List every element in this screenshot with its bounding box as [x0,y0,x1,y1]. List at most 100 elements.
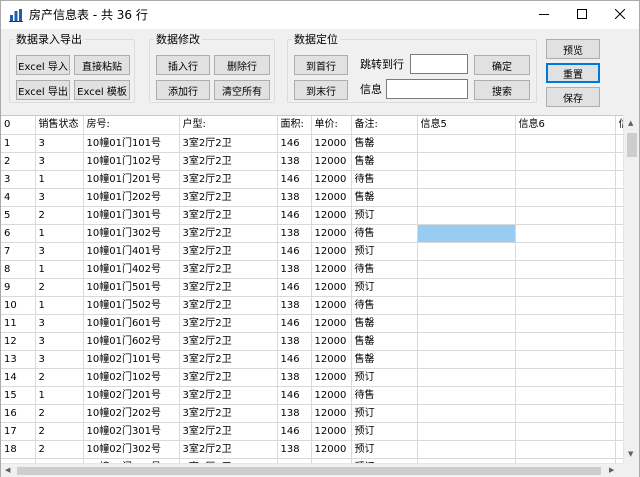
table-cell[interactable] [417,152,516,171]
table-cell[interactable]: 138 [277,440,312,459]
table-cell[interactable]: 15 [1,386,36,405]
table-cell[interactable]: 5 [1,206,36,225]
table-cell[interactable] [417,260,516,279]
first-row-button[interactable]: 到首行 [294,55,348,75]
title-bar[interactable]: 房产信息表 - 共 36 行 [1,1,639,29]
table-cell[interactable]: 12000 [311,188,352,207]
table-cell[interactable] [515,260,616,279]
excel-template-button[interactable]: Excel 模板 [74,80,130,100]
confirm-button[interactable]: 确定 [474,55,530,75]
table-cell[interactable]: 138 [277,260,312,279]
table-cell[interactable]: 预订 [351,206,418,225]
search-button[interactable]: 搜索 [474,80,530,100]
column-header[interactable]: 户型: [179,116,278,135]
table-cell[interactable] [515,332,616,351]
column-header[interactable]: 面积: [277,116,312,135]
table-cell[interactable] [515,422,616,441]
table-cell[interactable]: 10幢02门301号 [83,422,180,441]
column-header[interactable]: 信息6 [515,116,616,135]
table-row[interactable]: 1 3 10幢01门101号 3室2厅2卫 146 12000 售罄 [1,134,633,153]
table-cell[interactable]: 3 [35,350,84,369]
table-row[interactable]: 16 2 10幢02门202号 3室2厅2卫 138 12000 预订 [1,404,633,423]
table-cell[interactable] [515,440,616,459]
excel-export-button[interactable]: Excel 导出 [16,80,70,100]
table-cell[interactable] [515,404,616,423]
table-cell[interactable]: 2 [35,422,84,441]
table-cell[interactable]: 3 [35,314,84,333]
table-cell[interactable]: 138 [277,404,312,423]
table-cell[interactable]: 3室2厅2卫 [179,170,278,189]
table-cell[interactable]: 3室2厅2卫 [179,242,278,261]
table-cell[interactable]: 2 [1,152,36,171]
table-cell[interactable]: 3 [35,332,84,351]
table-cell[interactable]: 3室2厅2卫 [179,314,278,333]
table-cell[interactable]: 3 [35,134,84,153]
table-cell[interactable] [417,440,516,459]
table-cell[interactable]: 3室2厅2卫 [179,350,278,369]
table-cell[interactable]: 12000 [311,260,352,279]
table-cell[interactable]: 10幢02门302号 [83,440,180,459]
table-cell[interactable]: 146 [277,386,312,405]
table-row[interactable]: 17 2 10幢02门301号 3室2厅2卫 146 12000 预订 [1,422,633,441]
table-cell[interactable] [417,404,516,423]
table-cell[interactable]: 12000 [311,314,352,333]
table-cell[interactable]: 售罄 [351,332,418,351]
table-cell[interactable]: 138 [277,152,312,171]
table-cell[interactable] [515,242,616,261]
table-cell[interactable]: 1 [1,134,36,153]
table-cell[interactable] [417,386,516,405]
table-row[interactable]: 5 2 10幢01门301号 3室2厅2卫 146 12000 预订 [1,206,633,225]
horizontal-scroll-thumb[interactable] [17,467,601,475]
table-cell[interactable] [515,386,616,405]
table-cell[interactable]: 146 [277,422,312,441]
table-row[interactable]: 3 1 10幢01门201号 3室2厅2卫 146 12000 待售 [1,170,633,189]
table-cell[interactable] [515,296,616,315]
table-cell[interactable]: 2 [35,206,84,225]
table-cell[interactable]: 10幢02门201号 [83,386,180,405]
table-cell[interactable]: 138 [277,332,312,351]
table-cell[interactable] [515,134,616,153]
table-row[interactable]: 13 3 10幢02门101号 3室2厅2卫 146 12000 售罄 [1,350,633,369]
table-row[interactable]: 10 1 10幢01门502号 3室2厅2卫 138 12000 待售 [1,296,633,315]
table-cell[interactable]: 3 [1,170,36,189]
table-cell[interactable]: 3室2厅2卫 [179,422,278,441]
table-cell[interactable]: 3室2厅2卫 [179,440,278,459]
table-row[interactable]: 7 3 10幢01门401号 3室2厅2卫 146 12000 预订 [1,242,633,261]
table-cell[interactable]: 待售 [351,224,418,243]
table-cell[interactable]: 3室2厅2卫 [179,386,278,405]
table-cell[interactable]: 146 [277,170,312,189]
table-row[interactable]: 2 3 10幢01门102号 3室2厅2卫 138 12000 售罄 [1,152,633,171]
table-cell[interactable]: 预订 [351,440,418,459]
table-cell[interactable]: 7 [1,242,36,261]
table-cell[interactable]: 10幢01门501号 [83,278,180,297]
table-cell[interactable] [515,152,616,171]
table-cell[interactable]: 1 [35,296,84,315]
table-cell[interactable] [417,314,516,333]
table-cell[interactable]: 3 [35,242,84,261]
table-cell[interactable] [515,224,616,243]
maximize-button[interactable] [563,1,601,29]
table-row[interactable]: 6 1 10幢01门302号 3室2厅2卫 138 12000 待售 [1,224,633,243]
table-row[interactable]: 15 1 10幢02门201号 3室2厅2卫 146 12000 待售 [1,386,633,405]
table-cell[interactable]: 售罄 [351,152,418,171]
table-cell[interactable]: 17 [1,422,36,441]
table-cell[interactable]: 2 [35,368,84,387]
minimize-button[interactable] [525,1,563,29]
table-cell[interactable]: 12000 [311,332,352,351]
table-cell[interactable]: 12000 [311,386,352,405]
table-cell[interactable]: 12000 [311,152,352,171]
table-cell[interactable]: 预订 [351,422,418,441]
table-cell[interactable]: 11 [1,314,36,333]
table-cell[interactable]: 138 [277,296,312,315]
table-cell[interactable]: 146 [277,134,312,153]
table-cell[interactable]: 138 [277,224,312,243]
table-cell[interactable] [417,206,516,225]
selected-cell[interactable] [417,224,516,243]
table-cell[interactable]: 146 [277,314,312,333]
table-cell[interactable]: 12000 [311,422,352,441]
column-header[interactable]: 销售状态 [35,116,84,135]
table-cell[interactable]: 10幢01门101号 [83,134,180,153]
column-header[interactable]: 房号: [83,116,180,135]
table-cell[interactable]: 10幢01门302号 [83,224,180,243]
table-cell[interactable]: 138 [277,188,312,207]
